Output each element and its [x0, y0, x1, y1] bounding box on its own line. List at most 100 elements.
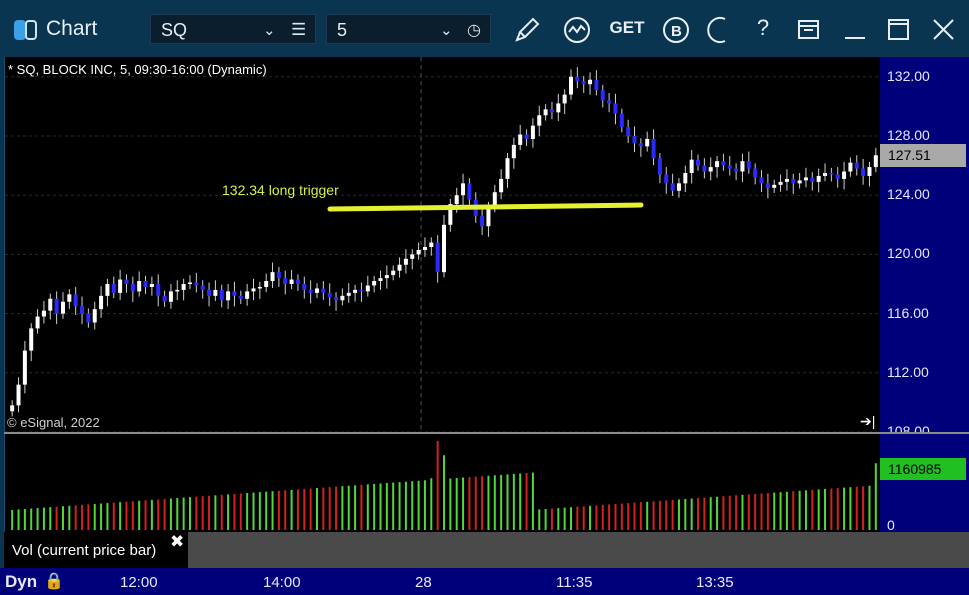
- price-axis[interactable]: 132.00 128.00 124.00 120.00 116.00 112.00 108.…: [880, 57, 969, 439]
- candle-body: [54, 298, 59, 314]
- moon-icon[interactable]: [705, 15, 735, 51]
- candle-body: [518, 134, 523, 145]
- clock-icon[interactable]: ◷: [467, 20, 481, 40]
- candle-body: [854, 162, 859, 169]
- price-tick-label: 132.00: [887, 67, 930, 84]
- candle-body: [829, 173, 834, 175]
- candle-body: [175, 289, 180, 292]
- candle-body: [537, 115, 542, 126]
- go-to-end-icon[interactable]: ➔|: [860, 413, 875, 430]
- title-bar: Chart SQ ⌄ ☰ 5 ⌄ ◷ GET B ?: [0, 0, 969, 57]
- candle-body: [187, 282, 192, 285]
- price-tick-label: 124.00: [887, 186, 930, 203]
- last-volume-marker: 1160985: [880, 458, 966, 480]
- candle-body: [873, 155, 878, 168]
- candle-body: [270, 272, 275, 282]
- candle-body: [403, 258, 408, 265]
- candle-body: [181, 284, 186, 290]
- candle-body: [22, 350, 27, 385]
- price-chart-pane[interactable]: [4, 57, 881, 432]
- x-tick-label: 12:00: [120, 574, 158, 591]
- candle-body: [842, 171, 847, 179]
- candle-body: [276, 272, 281, 279]
- candle-body: [314, 288, 319, 293]
- candle-body: [499, 178, 504, 193]
- minimize-icon[interactable]: [840, 15, 870, 51]
- x-tick-label: 28: [415, 574, 432, 591]
- volume-legend-label: Vol (current price bar): [12, 542, 157, 559]
- chevron-down-icon[interactable]: ⌄: [440, 21, 453, 39]
- chevron-down-icon[interactable]: ⌄: [263, 21, 276, 39]
- candle-body: [562, 94, 567, 104]
- get-label[interactable]: GET: [610, 18, 645, 37]
- pencil-icon[interactable]: [512, 15, 542, 51]
- candle-body: [137, 281, 142, 292]
- candle-body: [340, 295, 345, 301]
- lock-icon[interactable]: 🔒: [44, 571, 64, 591]
- candle-body: [619, 113, 624, 128]
- candle-body: [111, 284, 116, 293]
- price-tick-label: 112.00: [887, 363, 929, 380]
- volume-pane[interactable]: [4, 434, 881, 532]
- candle-body: [702, 165, 707, 172]
- candle-body: [295, 279, 300, 284]
- close-icon[interactable]: [929, 15, 959, 51]
- candle-body: [467, 183, 472, 200]
- candle-body: [626, 127, 631, 136]
- candle-body: [238, 295, 243, 299]
- candle-body: [213, 289, 218, 296]
- template-icon[interactable]: [794, 15, 824, 51]
- candle-body: [454, 195, 459, 205]
- symbol-value[interactable]: SQ: [161, 20, 187, 41]
- candle-body: [384, 275, 389, 279]
- candle-body: [353, 289, 358, 293]
- candle-body: [92, 309, 97, 323]
- candle-body: [740, 161, 745, 172]
- candle-body: [429, 242, 434, 247]
- x-tick-label: 14:00: [263, 574, 301, 591]
- price-tick-label: 120.00: [887, 245, 930, 262]
- candle-body: [651, 138, 656, 159]
- candle-body: [80, 306, 85, 314]
- b-icon[interactable]: B: [661, 15, 691, 51]
- app-title: Chart: [46, 17, 98, 40]
- candle-body: [664, 174, 669, 184]
- candle-body: [334, 297, 339, 301]
- volume-legend[interactable]: Vol (current price bar) ✖: [4, 532, 188, 568]
- maximize-icon[interactable]: [884, 15, 914, 51]
- symbol-combo[interactable]: SQ ⌄ ☰: [150, 14, 316, 44]
- candle-body: [721, 161, 726, 166]
- candle-body: [67, 294, 72, 302]
- volume-zero-label: 0: [887, 517, 895, 533]
- candle-body: [365, 285, 370, 292]
- candle-body: [257, 286, 262, 289]
- candle-body: [835, 174, 840, 179]
- candle-body: [575, 76, 580, 82]
- list-menu-icon[interactable]: ☰: [291, 20, 306, 40]
- candle-body: [416, 249, 421, 255]
- candle-body: [289, 279, 294, 284]
- candle-body: [543, 109, 548, 116]
- study-icon[interactable]: [562, 15, 592, 51]
- help-icon[interactable]: ?: [748, 15, 778, 41]
- candle-body: [308, 289, 313, 293]
- time-axis[interactable]: Dyn 🔒 12:00 14:00 28 11:35 13:35: [0, 568, 969, 595]
- volume-chart-canvas: [11, 440, 877, 530]
- candle-body: [105, 284, 110, 296]
- candle-body: [530, 125, 535, 139]
- candle-body: [645, 138, 650, 147]
- candle-body: [797, 180, 802, 184]
- candle-body: [511, 144, 516, 159]
- interval-value[interactable]: 5: [337, 20, 347, 41]
- dynamic-mode-label[interactable]: Dyn: [5, 572, 37, 592]
- interval-combo[interactable]: 5 ⌄ ◷: [326, 14, 491, 44]
- close-legend-icon[interactable]: ✖: [170, 532, 184, 552]
- candle-body: [391, 270, 396, 276]
- candle-body: [696, 159, 701, 166]
- candle-body: [638, 143, 643, 147]
- candle-body: [378, 278, 383, 282]
- candle-body: [734, 168, 739, 172]
- get-icon[interactable]: GET: [609, 18, 645, 38]
- candle-body: [486, 207, 491, 227]
- candle-body: [708, 167, 713, 172]
